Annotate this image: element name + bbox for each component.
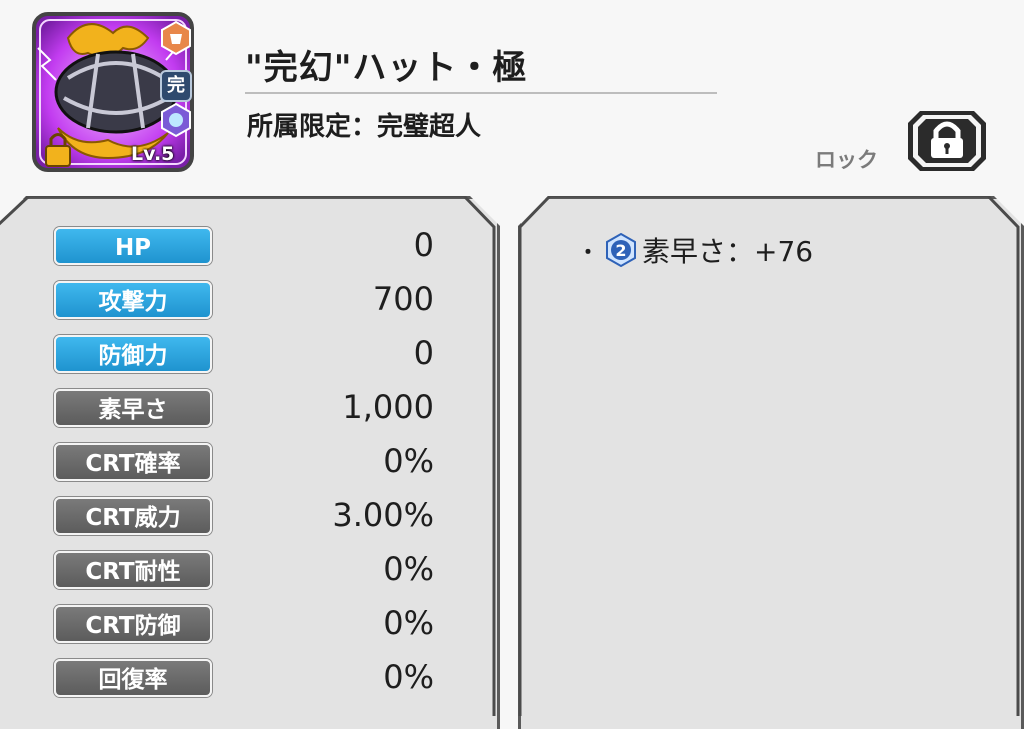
stat-label-speed: 素早さ [54,389,212,427]
stat-value-crt-resist: 0% [383,550,434,588]
stat-label-recovery: 回復率 [54,659,212,697]
stat-row: CRT確率 0% [0,441,1024,481]
stat-row: 回復率 0% [0,657,1024,697]
slot-number: 2 [615,241,626,260]
item-name: "完幻"ハット・極 [245,48,528,88]
stat-value-crt-defense: 0% [383,604,434,642]
stat-label-crt-defense: CRT防御 [54,605,212,643]
effect-text: 素早さ：+76 [642,235,814,268]
stat-row: CRT威力 3.00% [0,495,1024,535]
title-divider [245,92,717,94]
padlock-icon [908,111,986,171]
item-level: Lv.5 [131,143,175,165]
effect-line: ・ 2 素早さ：+76 [578,230,813,270]
stat-label-defense: 防御力 [54,335,212,373]
stat-row: 防御力 0 [0,333,1024,373]
stat-row: 攻撃力 700 [0,279,1024,319]
equipment-item-icon[interactable]: 完 Lv.5 [28,8,198,176]
stat-row: HP 0 [0,225,1024,265]
item-affiliation: 所属限定：完璧超人 [247,112,482,142]
stat-row: CRT耐性 0% [0,549,1024,589]
stat-label-crt-resist: CRT耐性 [54,551,212,589]
stat-value-attack: 700 [372,280,434,318]
stat-value-hp: 0 [413,226,434,264]
stat-value-recovery: 0% [383,658,434,696]
stat-label-crt-rate: CRT確率 [54,443,212,481]
lock-label: ロック [815,148,878,172]
effect-bullet: ・ [578,239,598,264]
stat-row: 素早さ 1,000 [0,387,1024,427]
lock-button[interactable] [906,105,988,177]
slot-number-icon: 2 [606,233,636,267]
stat-label-crt-power: CRT威力 [54,497,212,535]
category-badge: 完 [160,70,192,102]
stat-label-attack: 攻撃力 [54,281,212,319]
stat-value-crt-power: 3.00% [332,496,434,534]
stat-value-speed: 1,000 [342,388,434,426]
stat-value-defense: 0 [413,334,434,372]
stat-label-hp: HP [54,227,212,265]
stat-row: CRT防御 0% [0,603,1024,643]
stat-value-crt-rate: 0% [383,442,434,480]
